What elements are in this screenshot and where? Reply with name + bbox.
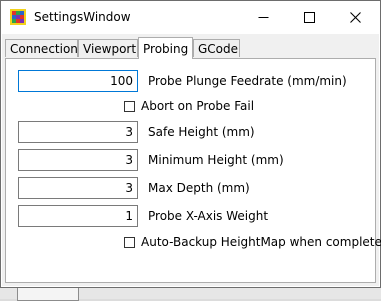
- minimum-height-label: Minimum Height (mm): [148, 153, 284, 167]
- safe-height-label: Safe Height (mm): [148, 125, 255, 139]
- auto-backup-checkbox-row[interactable]: Auto-Backup HeightMap when complete: [124, 235, 381, 249]
- probing-tab-page: 100 Probe Plunge Feedrate (mm/min) Abort…: [5, 58, 381, 283]
- safe-height-input[interactable]: 3: [18, 121, 138, 143]
- maximize-icon: [303, 11, 315, 23]
- abort-on-fail-label: Abort on Probe Fail: [141, 99, 255, 113]
- tab-gcode[interactable]: GCode: [193, 39, 240, 57]
- max-depth-input[interactable]: 3: [18, 177, 138, 199]
- settings-window: SettingsWindow Connection Viewport Probi…: [0, 0, 381, 288]
- auto-backup-label: Auto-Backup HeightMap when complete: [141, 235, 381, 249]
- plunge-feedrate-input[interactable]: 100: [18, 70, 138, 92]
- close-icon: [349, 11, 361, 23]
- abort-on-fail-checkbox-row[interactable]: Abort on Probe Fail: [124, 99, 254, 113]
- minimum-height-input[interactable]: 3: [18, 149, 138, 171]
- minimize-button[interactable]: [240, 1, 286, 33]
- title-bar[interactable]: SettingsWindow: [1, 1, 380, 34]
- maximize-button[interactable]: [286, 1, 332, 33]
- tab-viewport[interactable]: Viewport: [78, 39, 138, 57]
- minimize-icon: [258, 16, 268, 18]
- window-content: Connection Viewport Probing GCode 100 Pr…: [2, 34, 381, 286]
- tab-connection[interactable]: Connection: [5, 39, 78, 57]
- x-axis-weight-input[interactable]: 1: [18, 205, 138, 227]
- plunge-feedrate-label: Probe Plunge Feedrate (mm/min): [148, 74, 347, 88]
- max-depth-label: Max Depth (mm): [148, 181, 250, 195]
- auto-backup-checkbox[interactable]: [124, 236, 135, 248]
- tab-probing[interactable]: Probing: [138, 37, 193, 59]
- close-button[interactable]: [332, 1, 378, 33]
- tab-strip: Connection Viewport Probing GCode: [5, 37, 375, 59]
- app-icon: [10, 9, 26, 25]
- x-axis-weight-label: Probe X-Axis Weight: [148, 209, 269, 223]
- abort-on-fail-checkbox[interactable]: [124, 100, 135, 112]
- window-title: SettingsWindow: [34, 10, 131, 24]
